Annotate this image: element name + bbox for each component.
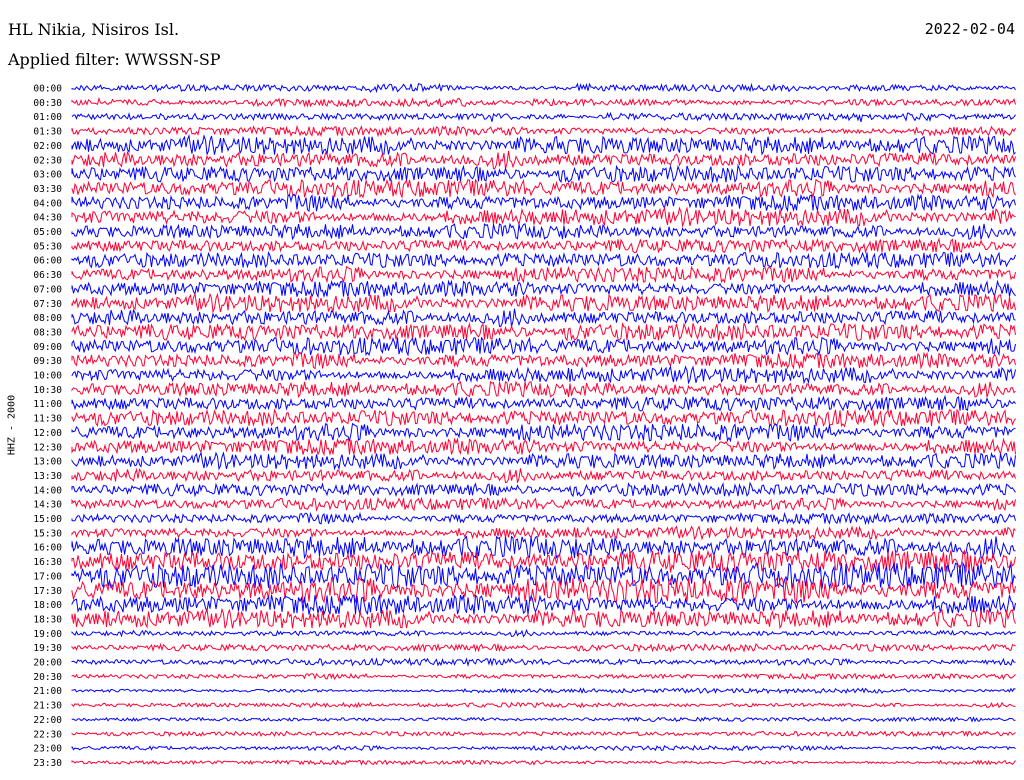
time-tick-0730: 07:30: [33, 299, 62, 310]
trace-1600: [71, 535, 1016, 560]
time-tick-1230: 12:30: [33, 442, 62, 453]
time-tick-1100: 11:00: [33, 399, 62, 410]
trace-1900: [71, 628, 1016, 638]
time-tick-0530: 05:30: [33, 241, 62, 252]
time-tick-1730: 17:30: [33, 586, 62, 597]
trace-2300: [71, 744, 1016, 752]
helicorder-plot: 00:00 00:30 01:00 01:30 02:00 02:30 03:00 03:30…: [33, 82, 1016, 769]
trace-0930: [71, 351, 1016, 370]
time-tick-1930: 19:30: [33, 643, 62, 654]
time-tick-1630: 16:30: [33, 557, 62, 568]
time-tick-0300: 03:00: [33, 170, 62, 181]
trace-0830: [71, 322, 1016, 342]
trace-0630: [71, 265, 1016, 284]
trace-0300: [71, 163, 1016, 184]
trace-2230: [71, 730, 1016, 738]
trace-0230: [71, 150, 1016, 170]
time-tick-1130: 11:30: [33, 414, 62, 425]
trace-2030: [71, 672, 1016, 681]
time-tick-0900: 09:00: [33, 342, 62, 353]
time-tick-1700: 17:00: [33, 571, 62, 582]
trace-1530: [71, 525, 1016, 541]
trace-0600: [71, 250, 1016, 270]
time-tick-1400: 14:00: [33, 485, 62, 496]
trace-0200: [71, 133, 1016, 156]
trace-1230: [71, 437, 1016, 457]
time-tick-1830: 18:30: [33, 614, 62, 625]
trace-1300: [71, 451, 1016, 471]
time-tick-0400: 04:00: [33, 198, 62, 209]
time-tick-0500: 05:00: [33, 227, 62, 238]
time-tick-2100: 21:00: [33, 686, 62, 697]
time-tick-2300: 23:00: [33, 744, 62, 755]
trace-1030: [71, 380, 1016, 399]
trace-0000: [71, 82, 1016, 94]
time-tick-0430: 04:30: [33, 213, 62, 224]
trace-2200: [71, 716, 1016, 723]
time-tick-0200: 02:00: [33, 141, 62, 152]
time-tick-1800: 18:00: [33, 600, 62, 611]
trace-0500: [71, 222, 1016, 241]
time-tick-1530: 15:30: [33, 528, 62, 539]
time-tick-0700: 07:00: [33, 284, 62, 295]
time-tick-0630: 06:30: [33, 270, 62, 281]
time-tick-1030: 10:30: [33, 385, 62, 396]
trace-1930: [71, 642, 1016, 653]
trace-1130: [71, 408, 1016, 428]
trace-2330: [71, 759, 1016, 766]
time-tick-0330: 03:30: [33, 184, 62, 195]
time-tick-0600: 06:00: [33, 256, 62, 267]
trace-1000: [71, 365, 1016, 385]
trace-0400: [71, 193, 1016, 213]
time-tick-labels: 00:00 00:30 01:00 01:30 02:00 02:30 03:00 03:30…: [33, 84, 62, 769]
time-tick-2200: 22:00: [33, 715, 62, 726]
trace-1500: [71, 511, 1016, 526]
time-tick-0030: 00:30: [33, 98, 62, 109]
trace-1830: [71, 607, 1016, 630]
trace-0330: [71, 178, 1016, 199]
time-tick-0000: 00:00: [33, 84, 62, 95]
trace-1800: [71, 594, 1016, 616]
trace-2000: [71, 657, 1016, 667]
trace-1100: [71, 394, 1016, 413]
time-tick-2330: 23:30: [33, 758, 62, 769]
time-tick-2030: 20:30: [33, 672, 62, 683]
trace-0700: [71, 279, 1016, 299]
trace-1400: [71, 481, 1016, 498]
time-tick-1900: 19:00: [33, 629, 62, 640]
trace-0130: [71, 124, 1016, 138]
time-tick-1500: 15:00: [33, 514, 62, 525]
seismic-traces: [71, 82, 1016, 766]
trace-0530: [71, 237, 1016, 255]
trace-1200: [71, 422, 1016, 443]
time-tick-1430: 14:30: [33, 500, 62, 511]
time-tick-0230: 02:30: [33, 155, 62, 166]
time-tick-0100: 01:00: [33, 112, 62, 123]
trace-2100: [71, 687, 1016, 695]
time-tick-1300: 13:00: [33, 457, 62, 468]
time-tick-0130: 01:30: [33, 127, 62, 138]
time-tick-2130: 21:30: [33, 701, 62, 712]
trace-1330: [71, 467, 1016, 484]
trace-0030: [71, 96, 1016, 108]
time-tick-0800: 08:00: [33, 313, 62, 324]
trace-2130: [71, 701, 1016, 709]
trace-0100: [71, 111, 1016, 123]
trace-0730: [71, 292, 1016, 314]
time-tick-1600: 16:00: [33, 543, 62, 554]
time-tick-0930: 09:30: [33, 356, 62, 367]
time-tick-0830: 08:30: [33, 327, 62, 338]
trace-0430: [71, 206, 1016, 228]
trace-0900: [71, 336, 1016, 357]
time-tick-2230: 22:30: [33, 729, 62, 740]
time-tick-2000: 20:00: [33, 658, 62, 669]
time-tick-1000: 10:00: [33, 371, 62, 382]
trace-1430: [71, 496, 1016, 512]
time-tick-1200: 12:00: [33, 428, 62, 439]
time-tick-1330: 13:30: [33, 471, 62, 482]
